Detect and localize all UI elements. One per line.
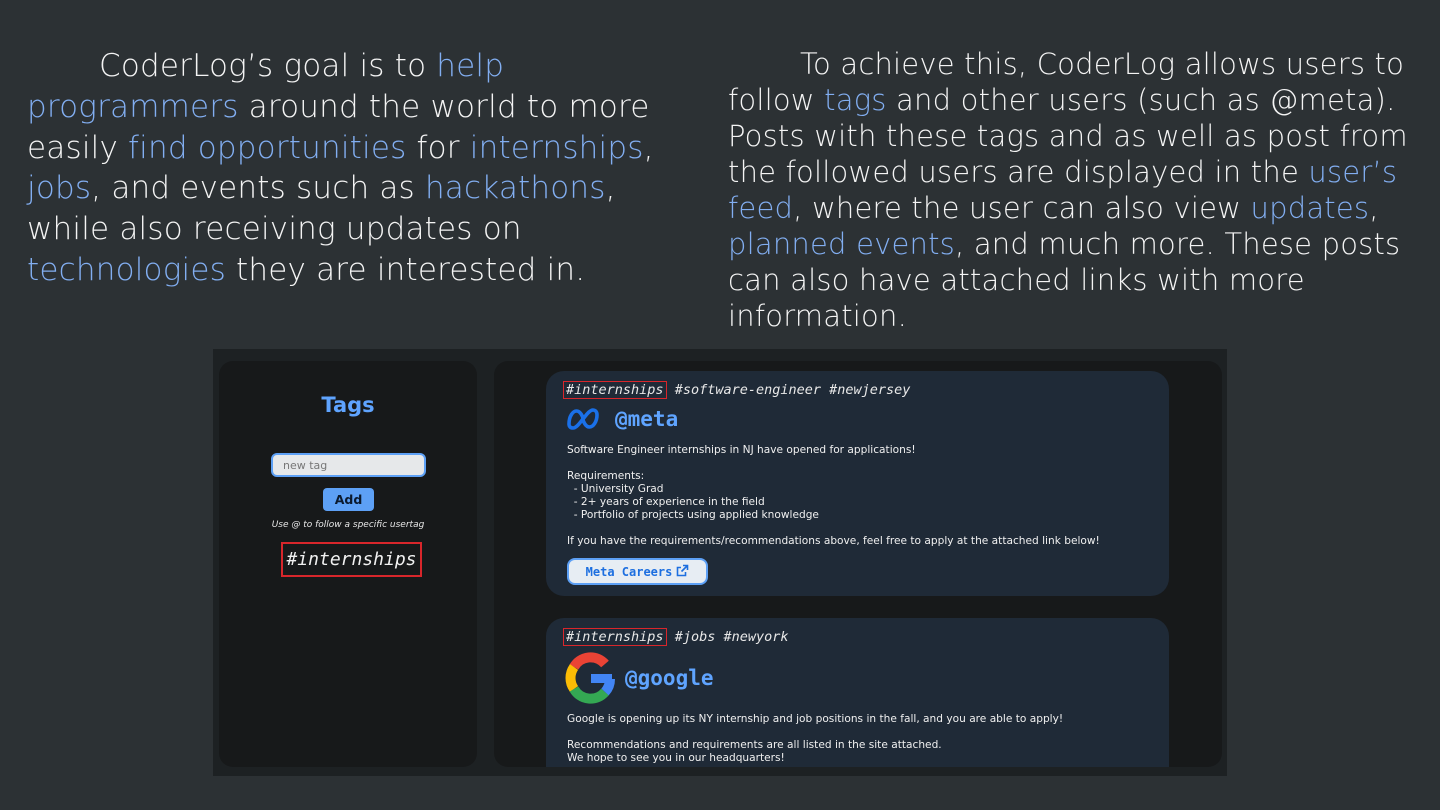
usertag-hint: Use @ to follow a specific usertag — [271, 520, 425, 530]
highlight-tags: tags — [824, 83, 887, 117]
external-link-icon — [672, 564, 689, 580]
highlight-planned-events: planned events — [728, 227, 955, 261]
add-tag-button[interactable]: Add — [323, 488, 374, 511]
post-google: #internships #jobs #newyork @google Goog… — [546, 618, 1169, 767]
followed-tag-internships[interactable]: #internships — [281, 542, 422, 577]
text-segment: , — [643, 129, 654, 166]
tags-title: Tags — [321, 393, 375, 417]
right-paragraph: To achieve this, CoderLog allows users t… — [728, 46, 1428, 334]
post-body: Google is opening up its NY internship a… — [567, 713, 1064, 764]
post-handle[interactable]: @meta — [615, 407, 678, 431]
link-label: Meta Careers — [585, 564, 673, 579]
post-tag-highlighted[interactable]: #internships — [563, 628, 667, 646]
text-segment: , and events such as — [91, 170, 425, 207]
post-tags: #internships #software-engineer #newjers… — [563, 381, 910, 399]
meta-logo-icon — [565, 407, 601, 431]
highlight-find-opportunities: find opportunities — [128, 129, 407, 166]
text-segment: , — [1369, 191, 1379, 225]
highlight-internships: internships — [469, 129, 644, 166]
post-header: @google — [565, 652, 714, 704]
google-logo-icon — [565, 652, 617, 704]
post-tag[interactable]: #jobs — [675, 629, 716, 645]
text-segment: CoderLog’s goal is to — [99, 48, 437, 84]
post-meta: #internships #software-engineer #newjers… — [546, 371, 1169, 596]
highlight-jobs: jobs — [27, 170, 92, 207]
post-tag-highlighted[interactable]: #internships — [563, 381, 667, 399]
text-segment: , where the user can also view — [793, 191, 1251, 225]
text-segment: for — [406, 129, 470, 166]
post-tag[interactable]: #newyork — [723, 629, 788, 645]
post-handle[interactable]: @google — [625, 666, 714, 690]
post-tags: #internships #jobs #newyork — [563, 628, 789, 646]
post-tag[interactable]: #newjersey — [829, 382, 910, 398]
post-body: Software Engineer internships in NJ have… — [567, 444, 1100, 547]
left-paragraph: CoderLog’s goal is to help programmers a… — [27, 46, 667, 291]
app-screenshot: Tags Add Use @ to follow a specific user… — [213, 349, 1227, 776]
text-segment: they are interested in. — [225, 251, 586, 288]
new-tag-input[interactable] — [271, 453, 426, 477]
feed-panel: #internships #software-engineer #newjers… — [494, 361, 1222, 767]
highlight-updates: updates — [1250, 191, 1370, 225]
highlight-technologies: technologies — [27, 251, 226, 288]
highlight-hackathons: hackathons — [424, 170, 606, 207]
post-tag[interactable]: #software-engineer — [675, 382, 821, 398]
meta-careers-link[interactable]: Meta Careers — [567, 558, 708, 585]
post-header: @meta — [565, 407, 678, 431]
tags-panel: Tags Add Use @ to follow a specific user… — [219, 361, 477, 767]
